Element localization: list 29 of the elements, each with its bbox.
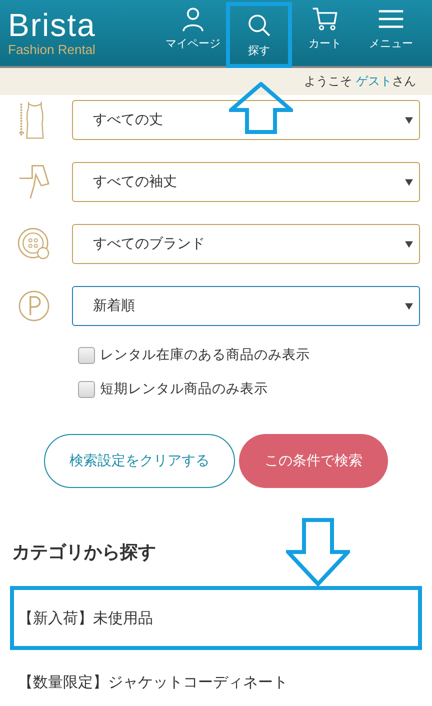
dropdown-field[interactable]: 新着順 <box>72 286 420 326</box>
category-item[interactable]: 【新入荷】未使用品 <box>10 586 422 650</box>
user-icon <box>180 6 206 32</box>
caret-icon <box>405 240 413 248</box>
welcome-text: ようこそ ゲスト さん <box>304 73 416 90</box>
clear-button[interactable]: 検索設定をクリアする <box>44 434 235 488</box>
search-button[interactable]: この条件で検索 <box>239 434 388 488</box>
nav-item[interactable]: 探す <box>226 2 292 68</box>
checkbox[interactable] <box>78 346 95 364</box>
checkbox-label: レンタル在庫のある商品のみ表示 <box>100 346 310 364</box>
dropdown-field[interactable]: すべてのブランド <box>72 224 420 264</box>
section-title: カテゴリから探す <box>12 541 157 564</box>
nav-item[interactable]: マイページ <box>160 0 226 58</box>
checkbox-label: 短期レンタル商品のみ表示 <box>100 380 268 398</box>
down-arrow <box>286 518 350 586</box>
nav-item[interactable]: カート <box>292 0 358 58</box>
caret-icon <box>405 116 413 124</box>
caret-icon <box>405 178 413 186</box>
caret-icon <box>405 302 413 310</box>
logo[interactable]: Brista <box>8 8 96 42</box>
dropdown-field[interactable]: すべての袖丈 <box>72 162 420 202</box>
logo-subtitle: Fashion Rental <box>8 42 96 58</box>
category-item[interactable]: 【数量限定】ジャケットコーディネート <box>10 650 422 706</box>
nav-item[interactable]: メニュー <box>358 0 424 58</box>
cart-icon <box>312 6 338 32</box>
up-arrow <box>229 82 293 134</box>
checkbox[interactable] <box>78 380 95 398</box>
dropdown-field[interactable]: すべての丈 <box>72 100 420 140</box>
search-icon <box>246 12 272 38</box>
